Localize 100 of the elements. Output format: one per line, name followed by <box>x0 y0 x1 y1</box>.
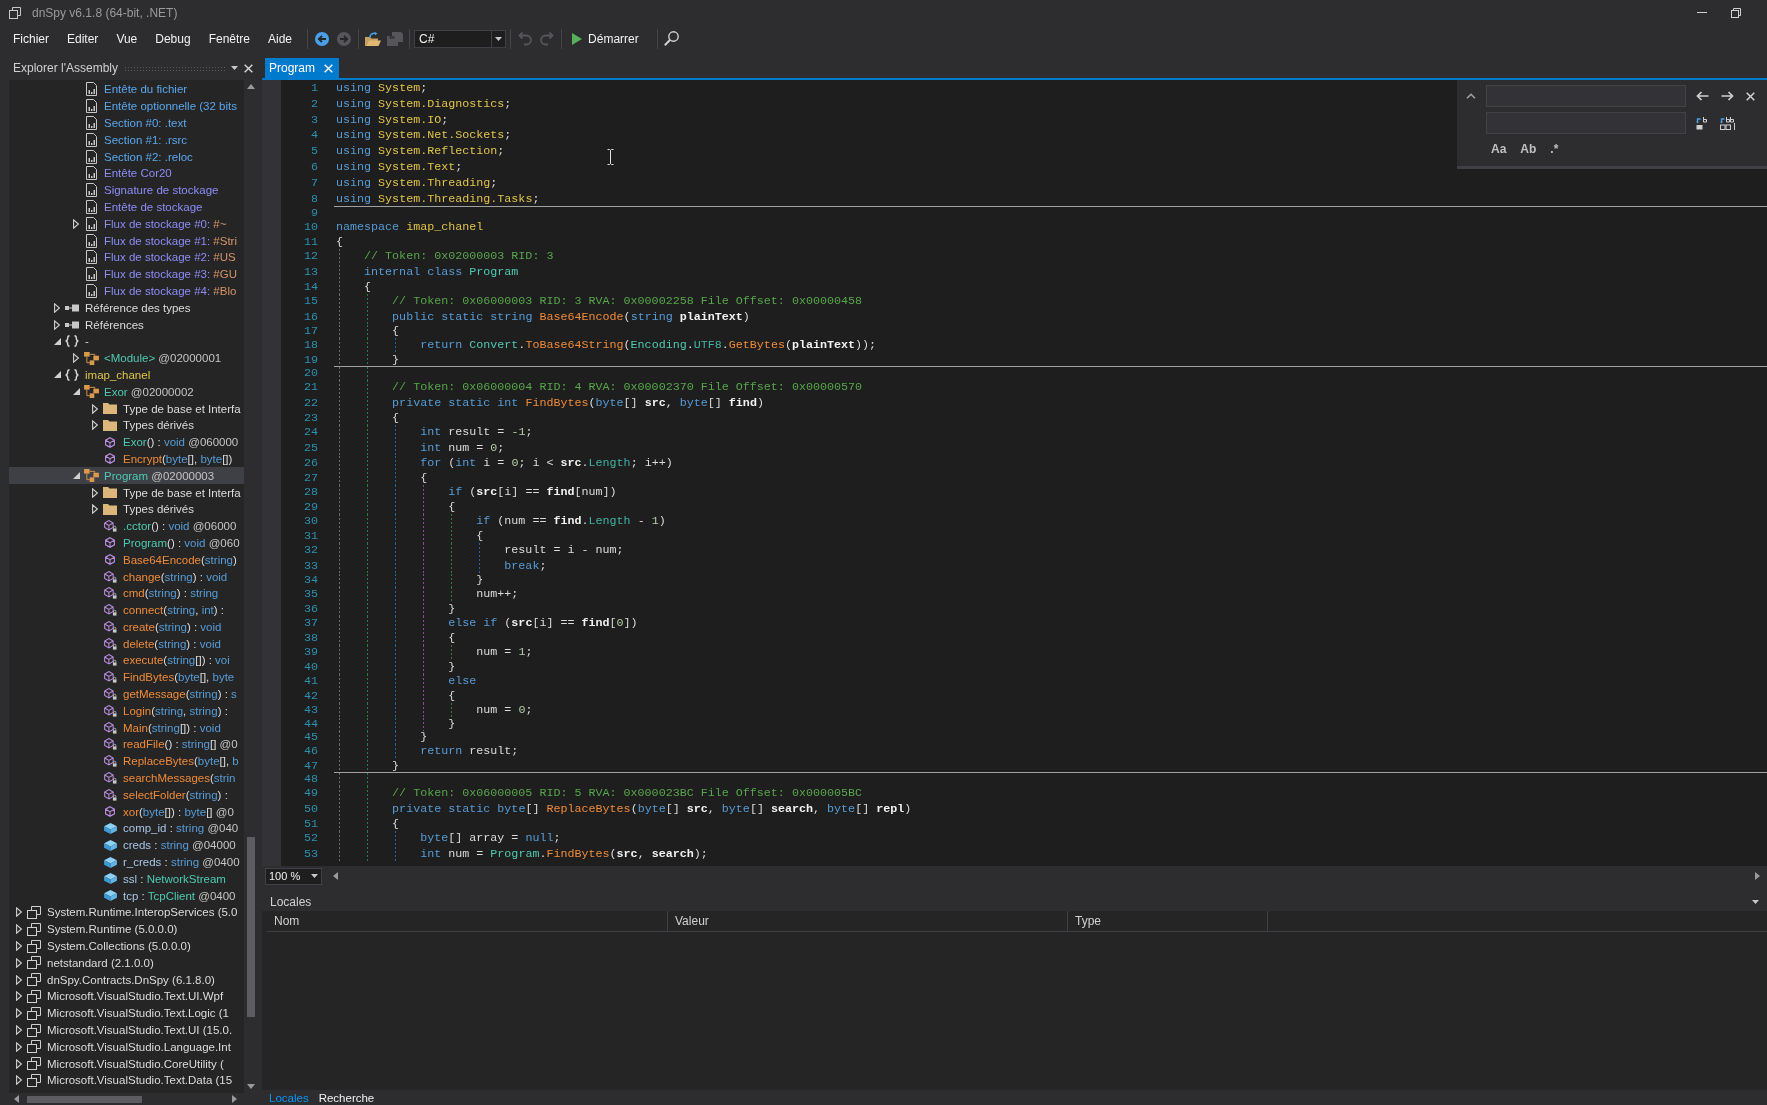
expanded-triangle-icon[interactable] <box>53 371 61 379</box>
tree-item[interactable]: Exor() : void @060000 <box>9 433 244 451</box>
tree-item[interactable]: getMessage(string) : s <box>9 685 244 703</box>
collapsed-triangle-icon[interactable] <box>92 420 98 431</box>
tree-item[interactable]: Flux de stockage #0: #~ <box>9 215 244 233</box>
caret-icon[interactable] <box>495 36 503 41</box>
collapsed-triangle-icon[interactable] <box>73 353 79 364</box>
menu-item[interactable]: Aide <box>259 28 302 49</box>
tree-item[interactable]: create(string) : void <box>9 618 244 636</box>
panel-tab[interactable]: Locales <box>267 1091 311 1105</box>
menu-item[interactable]: Debug <box>146 28 200 49</box>
option-toggle[interactable]: Aa <box>1490 142 1508 156</box>
arrow-right-icon[interactable] <box>1721 91 1734 101</box>
collapsed-triangle-icon[interactable] <box>73 218 79 229</box>
tree-item[interactable]: tcp : TcpClient @0400 <box>9 887 244 905</box>
tree-item[interactable]: Entête Cor20 <box>9 165 244 182</box>
tree-item[interactable]: Entête optionnelle (32 bits <box>9 97 244 115</box>
close-icon[interactable] <box>1746 91 1755 101</box>
language-dropdown[interactable]: C# <box>414 29 507 48</box>
tree-item[interactable]: Section #2: .reloc <box>9 148 244 165</box>
collapsed-triangle-icon[interactable] <box>54 302 60 313</box>
panel-tab[interactable]: Recherche <box>316 1091 377 1105</box>
scroll-left-icon[interactable] <box>333 872 338 880</box>
tree-item[interactable]: cmd(string) : string <box>9 584 244 602</box>
scroll-up-icon[interactable] <box>246 84 255 89</box>
option-toggle[interactable]: Ab <box>1519 142 1538 156</box>
collapsed-triangle-icon[interactable] <box>16 924 22 935</box>
column-header[interactable]: Valeur <box>668 911 1068 931</box>
tree-item[interactable]: Types dérivés <box>9 500 244 518</box>
start-button[interactable]: Démarrer <box>566 28 653 49</box>
tree-item[interactable]: Signature de stockage <box>9 181 244 199</box>
tree-item[interactable]: dnSpy.Contracts.DnSpy (6.1.8.0) <box>9 971 244 989</box>
tree-item[interactable]: ssl : NetworkStream <box>9 870 244 888</box>
collapsed-triangle-icon[interactable] <box>16 1008 22 1019</box>
collapsed-triangle-icon[interactable] <box>16 1025 22 1035</box>
tree-item[interactable]: Program() : void @060 <box>9 534 244 552</box>
restore-icon[interactable] <box>1731 7 1741 18</box>
tree-item[interactable]: selectFolder(string) : <box>9 786 244 804</box>
tree-item[interactable]: Flux de stockage #2: #US <box>9 248 244 266</box>
tree-item[interactable]: connect(string, int) : <box>9 601 244 619</box>
menu-item[interactable]: Fenêtre <box>199 28 259 49</box>
collapsed-triangle-icon[interactable] <box>16 974 22 985</box>
caret-icon[interactable] <box>231 66 238 70</box>
tree-item[interactable]: Section #0: .text <box>9 114 244 132</box>
caret-icon[interactable] <box>311 874 318 878</box>
close-icon[interactable] <box>244 63 253 73</box>
tree-item[interactable]: Microsoft.VisualStudio.Text.Data (15 <box>9 1072 244 1089</box>
tree-item[interactable]: Microsoft.VisualStudio.Text.Logic (1 <box>9 1004 244 1022</box>
minimize-icon[interactable] <box>1697 11 1707 14</box>
zoom-dropdown[interactable]: 100 % <box>265 867 322 885</box>
tree-item[interactable]: Microsoft.VisualStudio.CoreUtility ( <box>9 1055 244 1072</box>
tree-item[interactable]: Type de base et Interfa <box>9 484 244 501</box>
scrollbar-thumb[interactable] <box>246 837 255 1017</box>
collapsed-triangle-icon[interactable] <box>16 957 22 968</box>
collapsed-triangle-icon[interactable] <box>16 991 22 1002</box>
column-header[interactable]: Nom <box>267 911 668 931</box>
replace-all-icon[interactable] <box>1720 116 1735 130</box>
tree-item[interactable]: Références <box>9 316 244 333</box>
menu-item[interactable]: Fichier <box>4 28 58 49</box>
document-tab[interactable]: Program <box>265 58 339 78</box>
scroll-left-icon[interactable] <box>14 1095 19 1103</box>
replace-icon[interactable] <box>1696 116 1708 130</box>
option-toggle[interactable]: .* <box>1549 142 1560 156</box>
tree-item[interactable]: ReplaceBytes(byte[], b <box>9 752 244 770</box>
collapsed-triangle-icon[interactable] <box>16 1058 22 1069</box>
tree-item[interactable]: Exor @02000002 <box>9 383 244 401</box>
tree-item[interactable]: .cctor() : void @06000 <box>9 517 244 535</box>
tree-item[interactable]: Microsoft.VisualStudio.Text.UI.Wpf <box>9 988 244 1005</box>
tree-item[interactable]: System.Collections (5.0.0.0) <box>9 937 244 955</box>
tree-item[interactable]: imap_chanel <box>9 366 244 384</box>
tree-item[interactable]: <Module> @02000001 <box>9 349 244 367</box>
tree-item[interactable]: Flux de stockage #3: #GU <box>9 265 244 283</box>
collapsed-triangle-icon[interactable] <box>54 319 60 330</box>
collapsed-triangle-icon[interactable] <box>92 504 98 515</box>
tree-item[interactable]: searchMessages(strin <box>9 769 244 787</box>
tree-item[interactable]: Microsoft.VisualStudio.Language.Int <box>9 1038 244 1056</box>
tree-item[interactable]: comp_id : string @040 <box>9 820 244 837</box>
expanded-triangle-icon[interactable] <box>53 337 61 345</box>
tree-item[interactable]: creds : string @04000 <box>9 836 244 854</box>
tree-item[interactable]: delete(string) : void <box>9 635 244 653</box>
scroll-right-icon[interactable] <box>1755 872 1760 880</box>
expanded-triangle-icon[interactable] <box>72 388 80 396</box>
expanded-triangle-icon[interactable] <box>72 472 80 480</box>
tree-item[interactable]: Flux de stockage #4: #Blo <box>9 282 244 300</box>
tree-item[interactable]: Login(string, string) : <box>9 702 244 720</box>
tree-item[interactable]: Types dérivés <box>9 416 244 434</box>
collapsed-triangle-icon[interactable] <box>16 1041 22 1052</box>
tree-item[interactable]: Référence des types <box>9 299 244 317</box>
search-button[interactable] <box>661 28 682 49</box>
scrollbar-thumb[interactable] <box>27 1095 142 1103</box>
scroll-down-icon[interactable] <box>246 1084 255 1089</box>
tree-item[interactable]: Base64Encode(string) <box>9 551 244 569</box>
tree-item[interactable]: Type de base et Interfa <box>9 400 244 417</box>
collapsed-triangle-icon[interactable] <box>16 1075 22 1086</box>
collapsed-triangle-icon[interactable] <box>16 941 22 952</box>
tree-item[interactable]: Main(string[]) : void <box>9 719 244 737</box>
tree-item[interactable]: xor(byte[]) : byte[] @0 <box>9 803 244 821</box>
tree-item[interactable]: netstandard (2.1.0.0) <box>9 954 244 972</box>
menu-item[interactable]: Editer <box>58 28 108 49</box>
tree-item[interactable]: System.Runtime.InteropServices (5.0 <box>9 904 244 921</box>
